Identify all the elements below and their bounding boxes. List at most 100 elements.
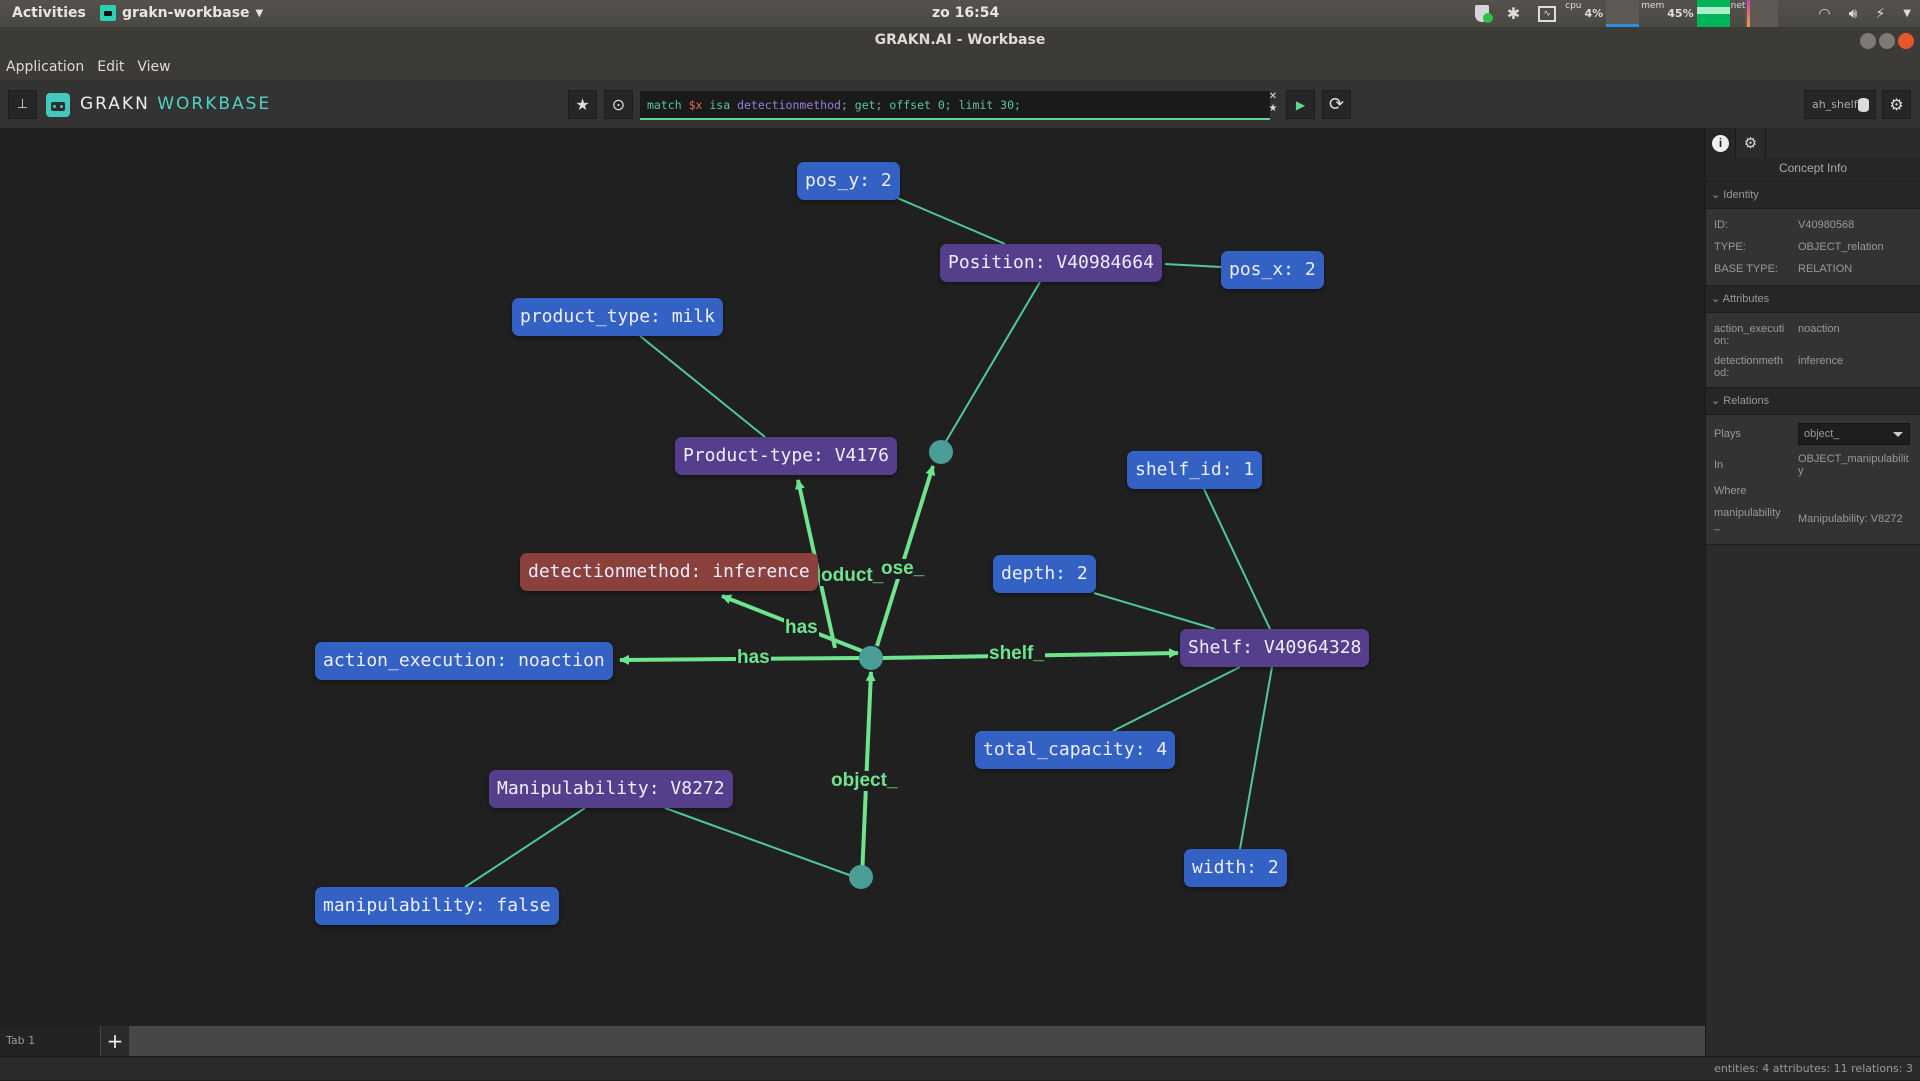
graph-relation-manipulability[interactable] xyxy=(849,865,873,889)
graph-canvas[interactable]: pos_y: 2 Position: V40984664 pos_x: 2 pr… xyxy=(0,128,1705,1026)
graph-node-manipulability-attr[interactable]: manipulability: false xyxy=(315,887,559,925)
attribute-row: detectionmethod: inference xyxy=(1706,350,1920,382)
graph-node-product-type[interactable]: Product-type: V4176 xyxy=(675,437,897,475)
wifi-icon[interactable]: ◠ xyxy=(1818,6,1830,22)
clear-query-button[interactable]: ✕ ★ xyxy=(1265,91,1281,120)
attribute-row: action_execution: noaction xyxy=(1706,318,1920,350)
plays-label: Plays xyxy=(1714,428,1741,440)
tab-bar: Tab 1 + xyxy=(0,1026,1705,1056)
run-query-button[interactable]: ▶ xyxy=(1286,90,1315,119)
edge-position-pos-x xyxy=(1164,263,1222,268)
query-type: detectionmethod xyxy=(737,98,841,112)
schema-design-button[interactable]: ⊥ xyxy=(8,90,37,119)
battery-icon[interactable]: ⚡ xyxy=(1875,6,1885,22)
role-label: manipulability_ xyxy=(1714,507,1781,531)
graph-node-width[interactable]: width: 2 xyxy=(1184,849,1287,887)
edge-total-capacity-shelf xyxy=(1112,666,1241,732)
clear-graph-button[interactable]: ⟳ xyxy=(1322,90,1351,119)
graph-node-pos-x[interactable]: pos_x: 2 xyxy=(1221,251,1324,289)
in-label: In xyxy=(1714,459,1724,471)
tab-concept-info[interactable]: i xyxy=(1706,128,1736,158)
close-icon: ✕ xyxy=(1268,91,1278,102)
concept-info-panel: i ⚙ Concept Info ⌄ Identity ID: V40980568… xyxy=(1705,128,1920,1062)
play-icon: ▶ xyxy=(1295,97,1306,112)
edge-label-product: oduct_ xyxy=(820,565,885,586)
panel-title: Concept Info xyxy=(1706,158,1920,182)
section-attributes-header[interactable]: ⌄ Attributes xyxy=(1706,286,1920,313)
activities-button[interactable]: Activities xyxy=(12,5,86,21)
app-menu-label: grakn-workbase xyxy=(122,5,250,21)
plays-role-select[interactable]: object_ xyxy=(1798,423,1910,445)
net-label: net xyxy=(1730,1,1746,11)
chevron-down-icon: ⌄ xyxy=(1711,395,1721,407)
keyspace-label: ah_shelf xyxy=(1812,98,1858,111)
edge-product-type-attr xyxy=(639,335,766,438)
section-attributes-label: Attributes xyxy=(1722,293,1770,305)
query-variable: $x xyxy=(688,98,703,112)
favourite-queries-button[interactable]: ★ xyxy=(568,90,597,119)
graph-node-shelf-id[interactable]: shelf_id: 1 xyxy=(1127,451,1263,489)
graph-relation-object[interactable] xyxy=(859,646,883,670)
graph-node-product-type-attr[interactable]: product_type: milk xyxy=(512,298,724,336)
system-monitor-icon[interactable]: ∿ xyxy=(1538,5,1557,22)
minimize-button[interactable] xyxy=(1860,33,1876,49)
keyspace-selector[interactable]: ah_shelf xyxy=(1804,90,1876,119)
system-top-bar: Activities grakn-workbase ▼ zo 16:54 ✱ ∿… xyxy=(0,0,1920,27)
settings-button[interactable]: ⚙ xyxy=(1882,90,1911,119)
section-relations-header[interactable]: ⌄ Relations xyxy=(1706,388,1920,415)
query-editor[interactable]: match $x isa detectionmethod; get; offse… xyxy=(640,91,1270,120)
graph-node-pos-y[interactable]: pos_y: 2 xyxy=(797,162,900,200)
bluetooth-icon[interactable]: ✱ xyxy=(1507,4,1520,23)
maximize-button[interactable] xyxy=(1879,33,1895,49)
star-icon: ★ xyxy=(575,95,590,114)
edge-label-object: object_ xyxy=(830,770,899,791)
section-attributes-body: action_execution: noaction detectionmetho… xyxy=(1706,313,1920,388)
graph-node-total-capacity[interactable]: total_capacity: 4 xyxy=(975,731,1176,769)
close-button[interactable] xyxy=(1898,33,1914,49)
role-player-row: manipulability_ Manipulability: V8272 xyxy=(1706,502,1920,534)
menu-application[interactable]: Application xyxy=(6,59,84,75)
app-menu[interactable]: grakn-workbase ▼ xyxy=(100,5,263,21)
system-tray: ✱ ∿ cpu 4% mem 45% net ◠ 🔊︎ ⚡ ▼ xyxy=(1466,0,1920,27)
graph-node-shelf[interactable]: Shelf: V40964328 xyxy=(1180,629,1370,667)
info-icon: i xyxy=(1712,134,1729,152)
volume-icon[interactable]: 🔊︎ xyxy=(1849,6,1858,22)
graph-node-depth[interactable]: depth: 2 xyxy=(993,555,1096,593)
security-shield-icon[interactable] xyxy=(1474,5,1493,23)
role-player-link[interactable]: Manipulability: V8272 xyxy=(1798,511,1912,525)
tab-1[interactable]: Tab 1 xyxy=(0,1026,100,1056)
query-keyword-isa: isa xyxy=(709,98,731,112)
edge-label-shelf: shelf_ xyxy=(988,643,1045,664)
graph-node-detectionmethod[interactable]: detectionmethod: inference xyxy=(520,553,818,591)
clock[interactable]: zo 16:54 xyxy=(932,5,999,21)
grakn-logo-icon xyxy=(46,93,70,117)
add-favourite-star-icon[interactable]: ★ xyxy=(1265,103,1281,115)
edge-manipulability-attr xyxy=(464,807,586,888)
menu-edit[interactable]: Edit xyxy=(97,59,124,75)
graph-node-action-execution[interactable]: action_execution: noaction xyxy=(315,642,613,680)
crosshair-icon: ⊙ xyxy=(611,95,626,114)
section-identity-header[interactable]: ⌄ Identity xyxy=(1706,182,1920,209)
mem-graph xyxy=(1696,0,1730,27)
identity-key: TYPE: xyxy=(1714,241,1746,253)
graph-counts: entities: 4 attributes: 11 relations: 3 xyxy=(1714,1062,1913,1075)
cpu-label: cpu xyxy=(1565,1,1582,11)
graph-node-manipulability[interactable]: Manipulability: V8272 xyxy=(489,770,733,808)
graph-relation-pose[interactable] xyxy=(929,440,953,464)
mem-value: 45% xyxy=(1667,7,1694,20)
gear-icon: ⚙ xyxy=(1889,95,1904,114)
cpu-graph xyxy=(1606,0,1640,27)
identity-value: RELATION xyxy=(1798,263,1853,275)
query-keyword-match: match xyxy=(647,98,682,112)
add-tab-button[interactable]: + xyxy=(101,1026,129,1056)
tab-settings[interactable]: ⚙ xyxy=(1736,128,1766,158)
brand-accent: WORKBASE xyxy=(157,94,272,114)
menu-view[interactable]: View xyxy=(137,59,170,75)
refresh-icon: ⟳ xyxy=(1328,94,1345,115)
edge-pos-y-position xyxy=(894,196,1006,245)
edge-manipulability-rel xyxy=(664,807,853,877)
types-button[interactable]: ⊙ xyxy=(604,90,633,119)
edge-shelf-id-shelf xyxy=(1203,488,1271,630)
system-menu-chevron-icon[interactable]: ▼ xyxy=(1903,8,1911,19)
graph-node-position[interactable]: Position: V40984664 xyxy=(940,244,1162,282)
